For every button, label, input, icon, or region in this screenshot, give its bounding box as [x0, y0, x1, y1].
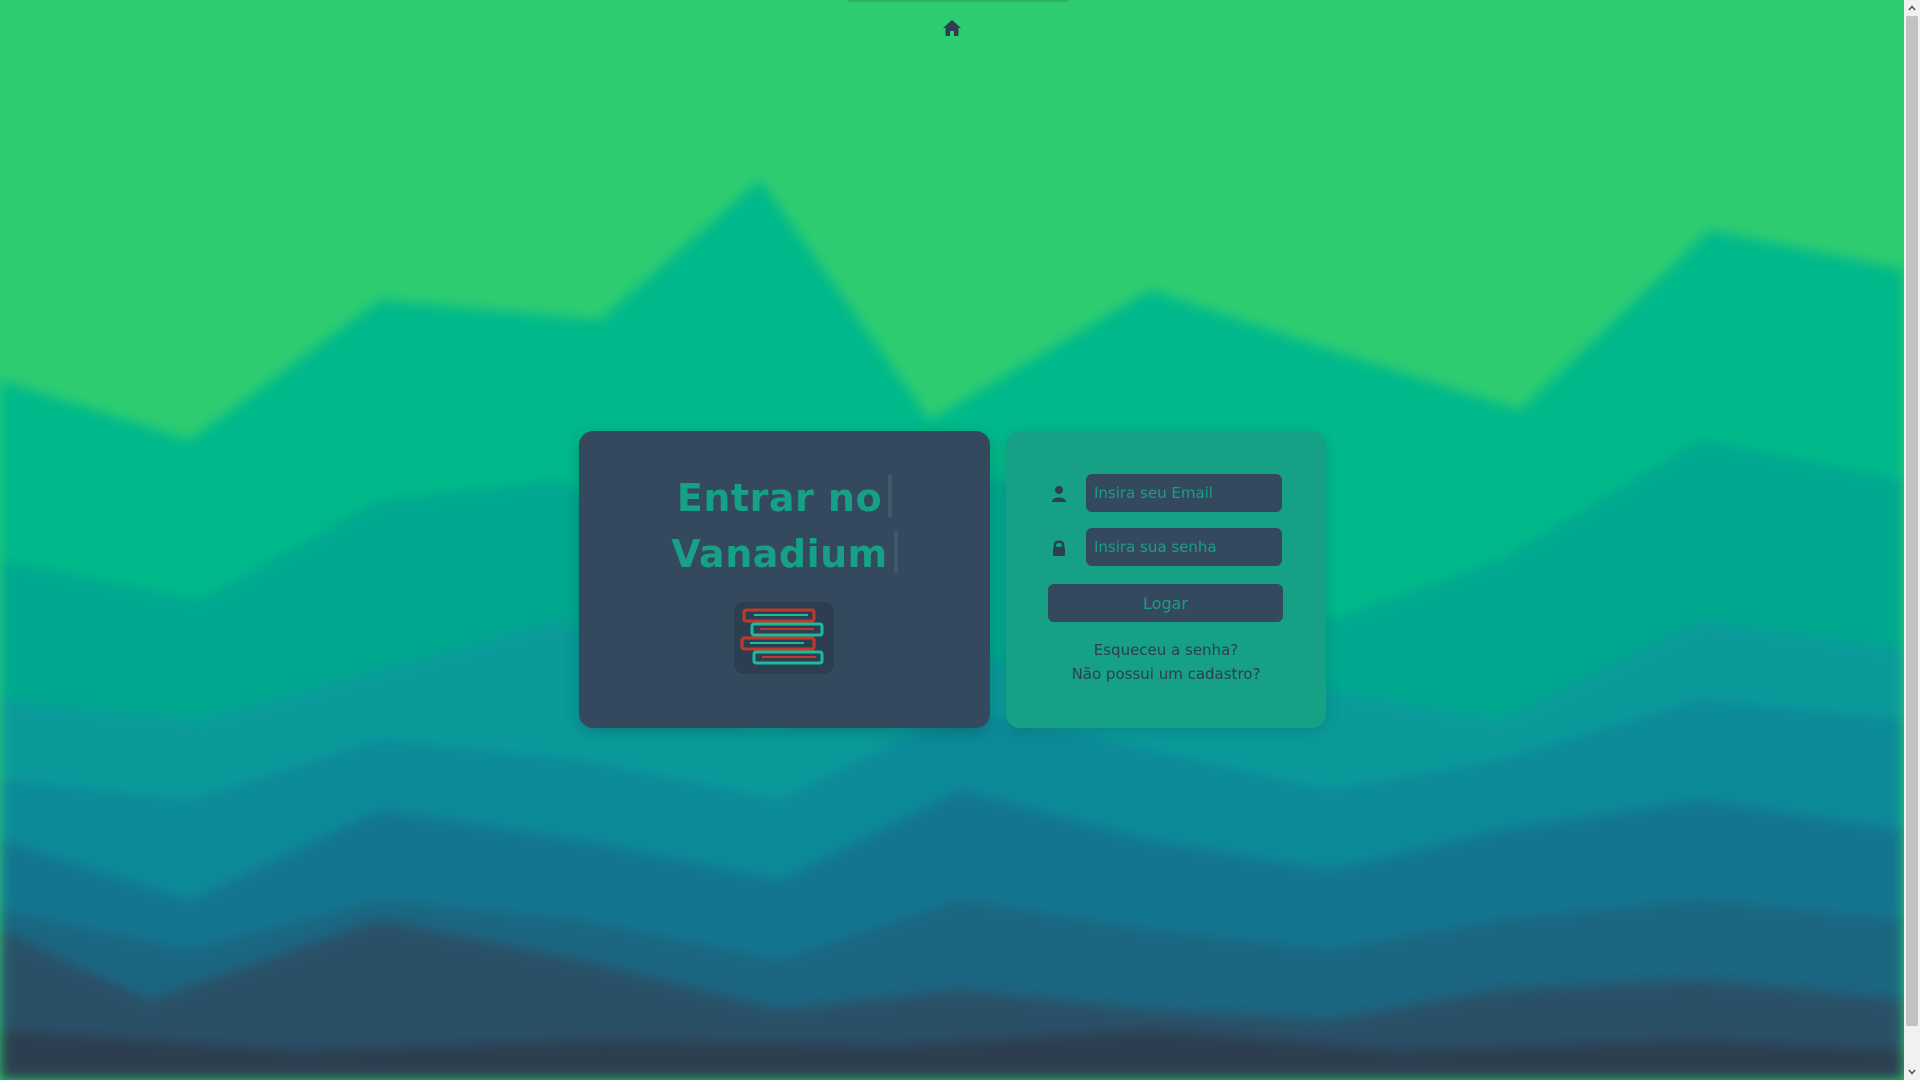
books-logo [734, 602, 834, 674]
title-line-2: Vanadium [579, 531, 990, 576]
forgot-password-link[interactable]: Esqueceu a senha? [1006, 641, 1326, 659]
title-text-2: Vanadium [671, 532, 888, 576]
scroll-up-arrow-icon[interactable] [1904, 0, 1920, 16]
title-text-1: Entrar no [676, 476, 883, 520]
login-card: Logar Esqueceu a senha? Não possui um ca… [1006, 431, 1326, 728]
login-button[interactable]: Logar [1048, 584, 1283, 622]
title-line-1: Entrar no [579, 475, 990, 520]
scroll-down-arrow-icon[interactable] [1904, 1064, 1920, 1080]
stacked-books-icon [740, 608, 824, 665]
vertical-scrollbar[interactable] [1904, 0, 1920, 1080]
user-icon [1049, 484, 1069, 504]
email-input[interactable] [1086, 474, 1282, 512]
register-link[interactable]: Não possui um cadastro? [1006, 665, 1326, 683]
typing-cursor [893, 531, 898, 573]
scrollbar-thumb[interactable] [1906, 16, 1918, 1026]
lock-icon [1049, 538, 1069, 558]
typing-cursor [888, 475, 893, 517]
intro-card: Entrar no Vanadium [579, 431, 990, 728]
page-background: Entrar no Vanadium Insira seu Email Loga… [0, 0, 1904, 1080]
password-input[interactable] [1086, 528, 1282, 566]
top-bar-line [848, 0, 1068, 2]
home-button[interactable] [940, 16, 964, 40]
home-icon [943, 20, 961, 36]
